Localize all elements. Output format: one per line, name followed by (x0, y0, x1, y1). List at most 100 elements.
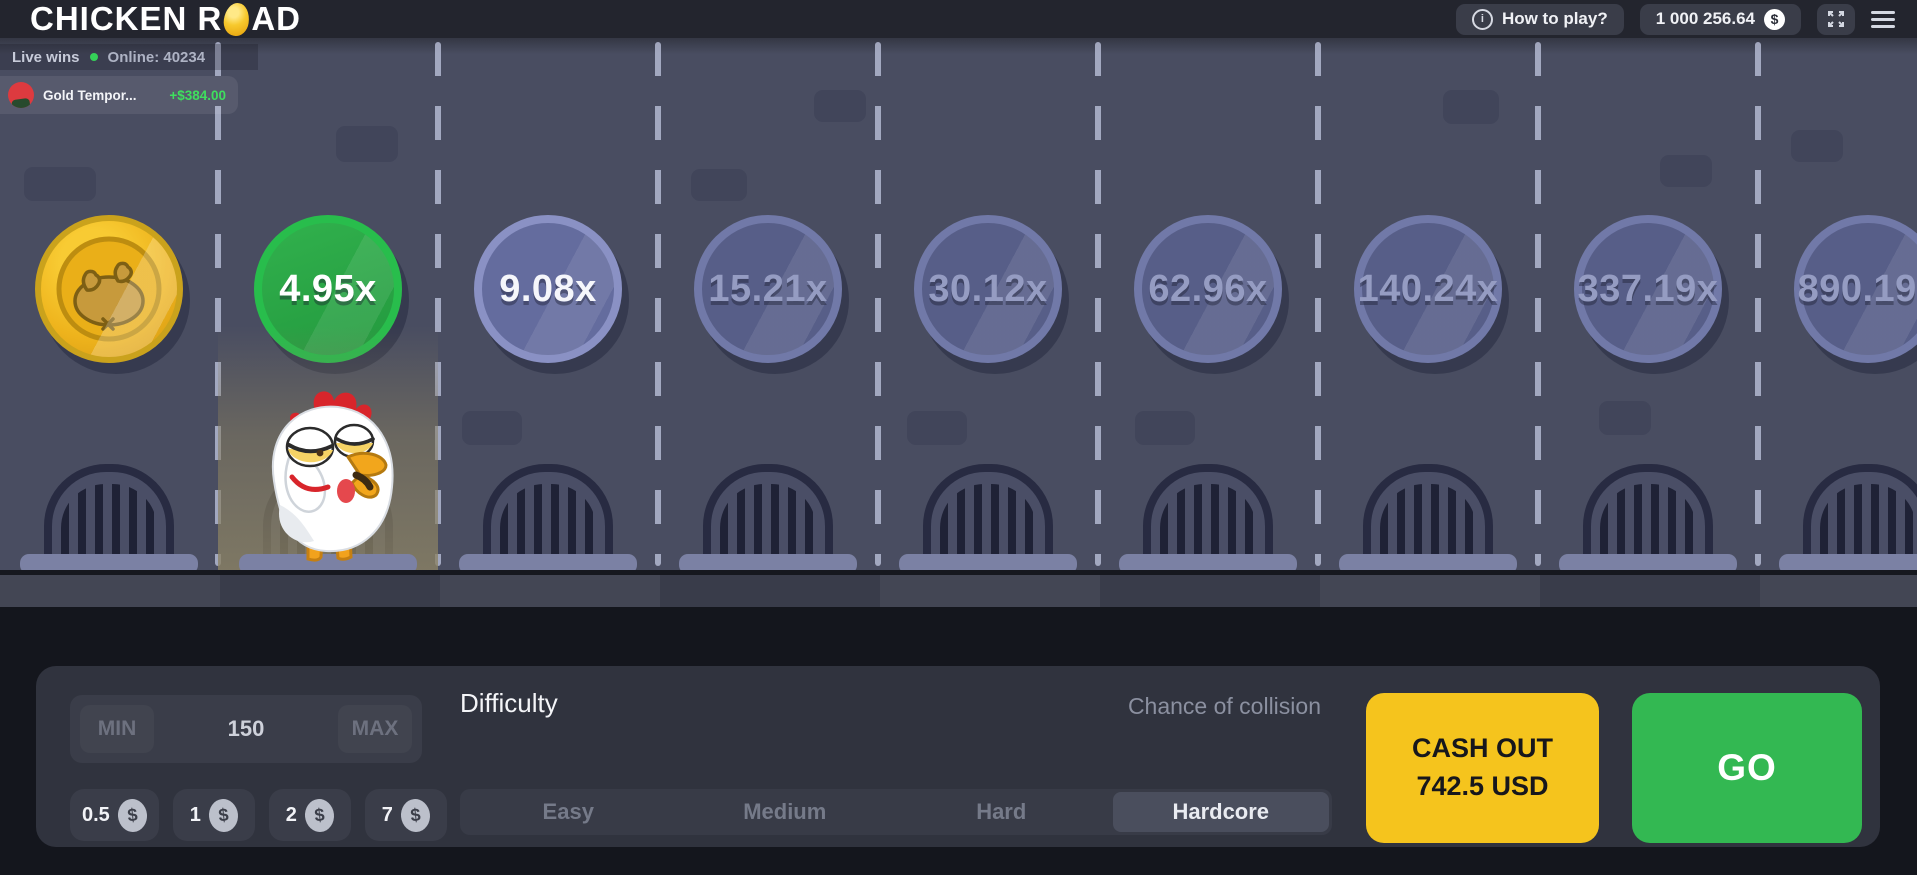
go-button[interactable]: GO (1632, 693, 1862, 843)
tab-hard[interactable]: Hard (893, 789, 1110, 835)
online-dot-icon (90, 53, 98, 61)
lane-2: 9.08x (438, 38, 658, 570)
multiplier-label: 30.12x (928, 268, 1047, 311)
app-logo: CHICKEN R AD (30, 0, 301, 38)
lane-0 (0, 38, 218, 570)
lane-separator (1315, 42, 1321, 566)
multiplier-label: 890.19x (1798, 268, 1917, 311)
lane-separator (1755, 42, 1761, 566)
multiplier-label: 140.24x (1358, 268, 1499, 311)
quick-bet-chips: 0.5$ 1$ 2$ 7$ (70, 789, 447, 841)
lane-separator (655, 42, 661, 566)
lane-5: 62.96x (1098, 38, 1318, 570)
live-wins-widget: Live wins Online: 40234 Gold Tempor... +… (0, 44, 258, 114)
multiplier-label: 62.96x (1148, 268, 1267, 311)
road-texture-patch (1443, 90, 1499, 124)
dollar-coin-icon: $ (116, 797, 148, 833)
multiplier-circle-6: 140.24x (1354, 215, 1502, 363)
lane-6: 140.24x (1318, 38, 1538, 570)
win-amount: +$384.00 (169, 88, 226, 103)
chip-2-button[interactable]: 2$ (269, 789, 351, 841)
road-texture-patch (691, 169, 747, 201)
road-texture-patch (462, 411, 522, 445)
live-wins-header: Live wins Online: 40234 (0, 44, 258, 70)
manhole-platform (1339, 554, 1517, 570)
winner-name: Gold Tempor... (43, 88, 137, 103)
egg-icon (222, 1, 251, 37)
game-field: 4.95x 9.08x 15.21x 30.12x 62.96x 140.24x 337.… (0, 38, 1917, 570)
tab-medium[interactable]: Medium (677, 789, 894, 835)
lane-separator (875, 42, 881, 566)
manhole-platform (899, 554, 1077, 570)
multiplier-circle-5: 62.96x (1134, 215, 1282, 363)
manhole-platform (1779, 554, 1917, 570)
lane-separator (1535, 42, 1541, 566)
balance-amount: 1 000 256.64 (1656, 9, 1755, 29)
multiplier-circle-8: 890.19x (1794, 215, 1917, 363)
cash-out-label: CASH OUT (1412, 730, 1553, 768)
control-panel: MIN 150 MAX 0.5$ 1$ 2$ 7$ Difficulty Eas… (36, 666, 1880, 847)
multiplier-circle-2: 9.08x (474, 215, 622, 363)
cash-out-amount: 742.5 USD (1416, 768, 1548, 806)
balance-display[interactable]: 1 000 256.64 $ (1640, 4, 1801, 35)
lane-separator (1095, 42, 1101, 566)
difficulty-tabs: Easy Medium Hard Hardcore (460, 789, 1332, 835)
manhole-platform (679, 554, 857, 570)
dollar-coin-icon: $ (207, 797, 239, 833)
fullscreen-icon (1827, 10, 1845, 28)
live-wins-label: Live wins (12, 49, 80, 66)
logo-text-left: CHICKEN R (30, 0, 222, 38)
tab-easy[interactable]: Easy (460, 789, 677, 835)
road-texture-patch (907, 411, 967, 445)
max-bet-button[interactable]: MAX (338, 705, 412, 753)
lane-8: 890.19x (1758, 38, 1917, 570)
multiplier-circle-4: 30.12x (914, 215, 1062, 363)
multiplier-label: 9.08x (499, 268, 597, 311)
road-texture-patch (24, 167, 96, 201)
currency-icon: $ (1764, 9, 1785, 30)
online-count: Online: 40234 (108, 49, 206, 66)
bet-amount-value[interactable]: 150 (228, 716, 265, 742)
gold-coin-token (35, 215, 183, 363)
how-to-play-button[interactable]: i How to play? (1456, 4, 1624, 35)
road-texture-patch (336, 126, 398, 162)
lane-1: 4.95x (218, 38, 438, 570)
roast-chicken-coin-art (51, 231, 167, 347)
multiplier-label: 15.21x (708, 268, 827, 311)
road-texture-patch (1660, 155, 1712, 187)
manhole-platform (459, 554, 637, 570)
dollar-coin-icon: $ (303, 797, 335, 833)
lane-7: 337.19x (1538, 38, 1758, 570)
multiplier-label: 4.95x (279, 268, 377, 311)
road-texture-patch (1135, 411, 1195, 445)
live-win-item: Gold Tempor... +$384.00 (0, 76, 238, 114)
multiplier-circle-7: 337.19x (1574, 215, 1722, 363)
road-texture-patch (1791, 130, 1843, 162)
menu-button[interactable] (1871, 11, 1895, 28)
go-label: GO (1717, 747, 1777, 789)
cash-out-button[interactable]: CASH OUT 742.5 USD (1366, 693, 1599, 843)
min-bet-button[interactable]: MIN (80, 705, 154, 753)
chicken-character (244, 385, 412, 563)
how-to-play-label: How to play? (1502, 9, 1608, 29)
multiplier-circle-3: 15.21x (694, 215, 842, 363)
winner-avatar (8, 82, 34, 108)
top-bar: CHICKEN R AD i How to play? 1 000 256.64 … (0, 0, 1917, 38)
bet-amount-box: MIN 150 MAX (70, 695, 422, 763)
manhole-platform (1119, 554, 1297, 570)
chip-1-button[interactable]: 1$ (173, 789, 255, 841)
road-texture-patch (1599, 401, 1651, 435)
manhole-platform (20, 554, 198, 570)
chip-7-button[interactable]: 7$ (365, 789, 447, 841)
lane-4: 30.12x (878, 38, 1098, 570)
sidewalk (0, 570, 1917, 607)
multiplier-label: 337.19x (1578, 268, 1719, 311)
chip-0.5-button[interactable]: 0.5$ (70, 789, 159, 841)
manhole-platform (1559, 554, 1737, 570)
fullscreen-button[interactable] (1817, 4, 1855, 35)
tab-hardcore[interactable]: Hardcore (1113, 792, 1330, 832)
dollar-coin-icon: $ (399, 797, 431, 833)
chicken-road-app: 4.95x 9.08x 15.21x 30.12x 62.96x 140.24x 337.… (0, 0, 1917, 875)
logo-text-right: AD (251, 0, 301, 38)
info-icon: i (1472, 9, 1493, 30)
